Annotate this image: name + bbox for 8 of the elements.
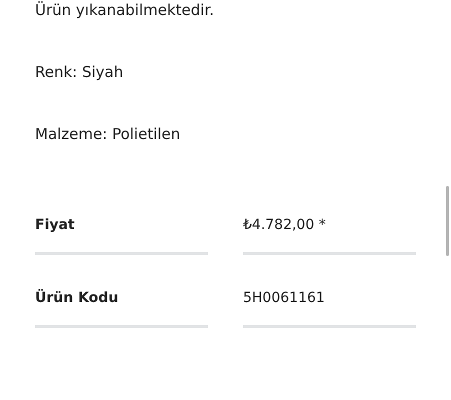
spec-value: 5H0061161 (243, 290, 325, 306)
spec-label: Ürün Kodu (35, 290, 118, 306)
description-text: Malzeme: Polietilen (35, 124, 182, 144)
spec-value: ₺4.782,00 * (243, 217, 326, 233)
description-text: Renk: Siyah (35, 62, 124, 82)
spec-label: Fiyat (35, 217, 75, 233)
scrollbar-thumb[interactable] (446, 186, 449, 256)
description-text: Ürün yıkanabilmektedir. (35, 0, 216, 20)
